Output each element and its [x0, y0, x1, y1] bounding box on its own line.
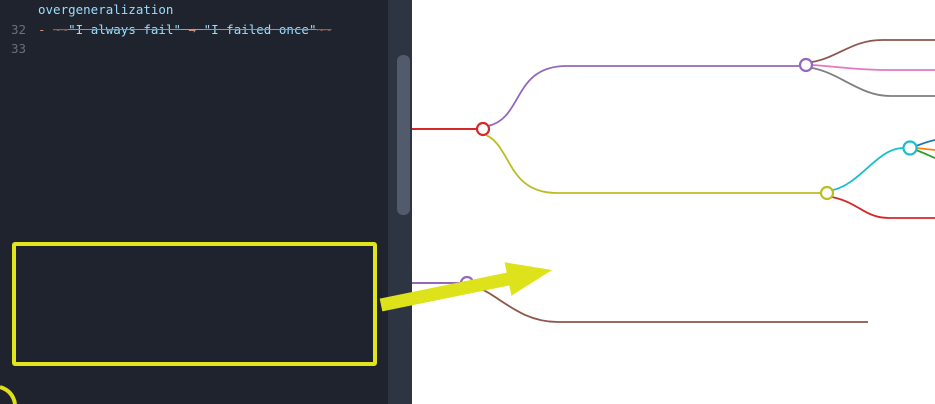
mindmap-preview-pane[interactable]: [412, 0, 935, 404]
editor-line[interactable]: 33: [0, 39, 412, 59]
editor-line-text: - ~~"I always fail" → "I failed once"~~: [30, 20, 332, 40]
editor-code-lines: overgeneralization 32- ~~"I always fail" …: [0, 0, 412, 59]
collapse-circle-cyan[interactable]: [904, 142, 917, 155]
line-number: 32: [0, 20, 30, 40]
editor-line[interactable]: overgeneralization: [0, 0, 412, 20]
collapse-circle-building[interactable]: [821, 187, 833, 199]
editor-scrollbar-track[interactable]: [388, 0, 412, 404]
collapse-circle-happiness[interactable]: [461, 277, 473, 289]
markdown-editor-pane[interactable]: overgeneralization 32- ~~"I always fail" …: [0, 0, 412, 404]
link-i-always-fail: [812, 68, 935, 96]
link-table-node: [473, 286, 868, 322]
editor-line[interactable]: 32- ~~"I always fail" → "I failed once"~…: [0, 20, 412, 40]
code-segment: -: [38, 22, 53, 37]
code-segment: →: [181, 22, 204, 37]
editor-scrollbar-thumb[interactable]: [397, 55, 410, 215]
link-building-emotional-resilience: [486, 135, 821, 193]
link-catastrophizing: [812, 40, 935, 62]
line-number: [0, 0, 30, 20]
code-segment: overgeneralization: [38, 2, 173, 17]
code-segment: "I failed once": [204, 22, 317, 37]
collapse-circle-identifying[interactable]: [800, 59, 812, 71]
collapse-circle-resilience[interactable]: [477, 123, 489, 135]
link-identifying-negative-cycles: [488, 66, 800, 126]
editor-line-text: overgeneralization: [30, 0, 173, 20]
link-cognitive: [812, 65, 935, 70]
mindmap-links-svg: [412, 0, 935, 404]
line-number: 33: [0, 39, 30, 59]
link-cyan-branch: [833, 148, 903, 190]
code-segment: "I always fail": [68, 22, 181, 37]
editor-line-text: [30, 39, 38, 59]
link-green-strand: [916, 150, 935, 158]
link-orange-strand: [916, 148, 935, 150]
code-segment: ~~: [53, 22, 68, 37]
link-studies: [832, 197, 935, 218]
app-window: { "palette": { "editor_bg": "#1e232d", "…: [0, 0, 935, 404]
code-segment: ~~: [316, 22, 331, 37]
link-blue-strand: [916, 140, 935, 146]
